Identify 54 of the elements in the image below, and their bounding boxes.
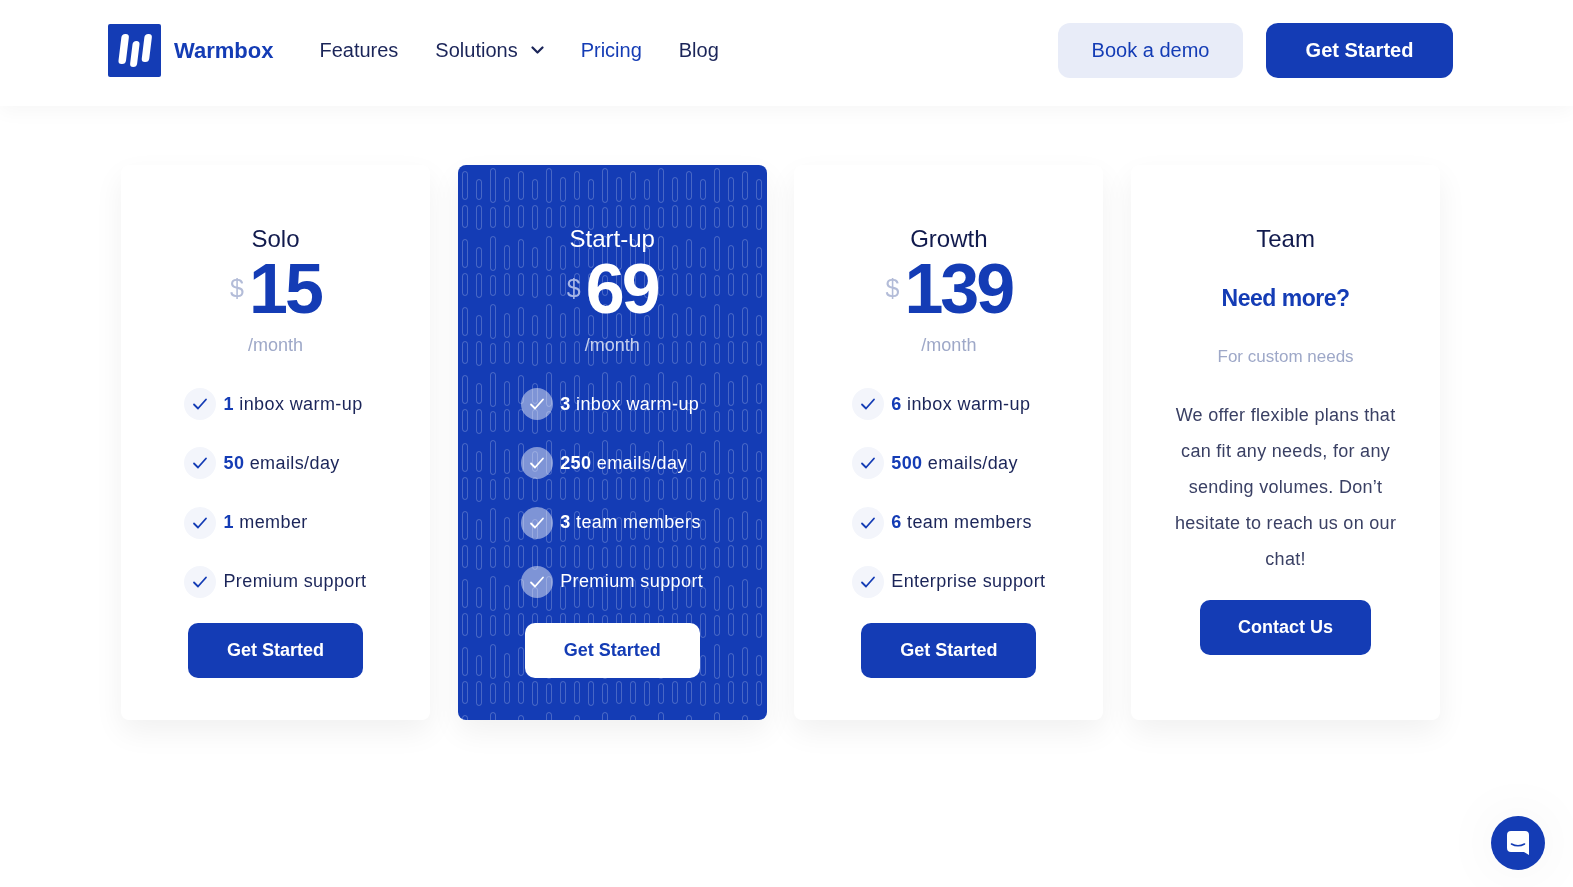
nav-link[interactable]: Pricing [580, 35, 642, 65]
feature-text: 1 inbox warm-up [223, 392, 363, 416]
contact-us-button[interactable]: Contact Us [1200, 600, 1372, 655]
get-started-button[interactable]: Get Started [524, 622, 700, 678]
feature-text: 250 emails/day [560, 451, 687, 475]
currency-symbol: $ [566, 275, 581, 301]
feature-text: Enterprise support [891, 570, 1046, 594]
plan-headline: Need more? [1221, 284, 1350, 313]
check-icon [852, 388, 885, 420]
feature-text: 50 emails/day [223, 451, 340, 475]
feature-text: 3 team members [560, 511, 701, 535]
get-started-button[interactable]: Get Started [188, 622, 363, 678]
check-icon [852, 506, 885, 539]
plan-subtitle: For custom needs [1217, 346, 1354, 368]
check-icon [521, 565, 554, 598]
nav-link[interactable]: Solutions [435, 35, 544, 65]
plan-title: Solo [251, 224, 300, 254]
feature-text: 3 inbox warm-up [560, 392, 700, 416]
price-period: /month [248, 334, 303, 357]
get-started-button[interactable]: Get Started [861, 622, 1037, 678]
check-icon [521, 447, 554, 480]
check-icon [521, 506, 554, 539]
check-icon [184, 447, 217, 480]
check-icon [852, 565, 885, 598]
price-amount: 69 [585, 254, 658, 324]
chat-icon [1507, 831, 1529, 855]
check-icon [852, 447, 885, 480]
plan-description: We offer flexible plans that can fit any needs, for any sending volumes. Don’t hesitate to reach us on our chat! [1173, 404, 1398, 571]
nav-link[interactable]: Blog [678, 35, 719, 65]
check-icon [184, 506, 217, 539]
logo-icon[interactable] [108, 23, 161, 77]
feature-text: 6 inbox warm-up [891, 392, 1031, 416]
nav-link[interactable]: Features [319, 35, 399, 65]
feature-text: 6 team members [891, 511, 1032, 535]
brand-name[interactable]: Warmbox [174, 33, 274, 67]
check-icon [184, 565, 217, 598]
price-amount: 15 [249, 254, 321, 324]
plan-title: Team [1256, 224, 1315, 254]
get-started-button[interactable]: Get Started [1266, 22, 1453, 78]
currency-symbol: $ [885, 275, 900, 301]
chat-button[interactable] [1491, 816, 1545, 870]
currency-symbol: $ [230, 275, 244, 301]
price-period: /month [584, 334, 640, 357]
plan-title: Growth [910, 224, 988, 254]
price-period: /month [921, 334, 977, 357]
book-demo-button[interactable]: Book a demo [1058, 22, 1243, 78]
feature-text: Premium support [223, 570, 367, 594]
feature-text: Premium support [560, 570, 704, 594]
check-icon [521, 388, 554, 420]
feature-text: 500 emails/day [891, 451, 1018, 475]
price-amount: 139 [904, 254, 1013, 324]
plan-title: Start-up [569, 224, 655, 254]
check-icon [184, 388, 217, 420]
feature-text: 1 member [223, 511, 308, 535]
